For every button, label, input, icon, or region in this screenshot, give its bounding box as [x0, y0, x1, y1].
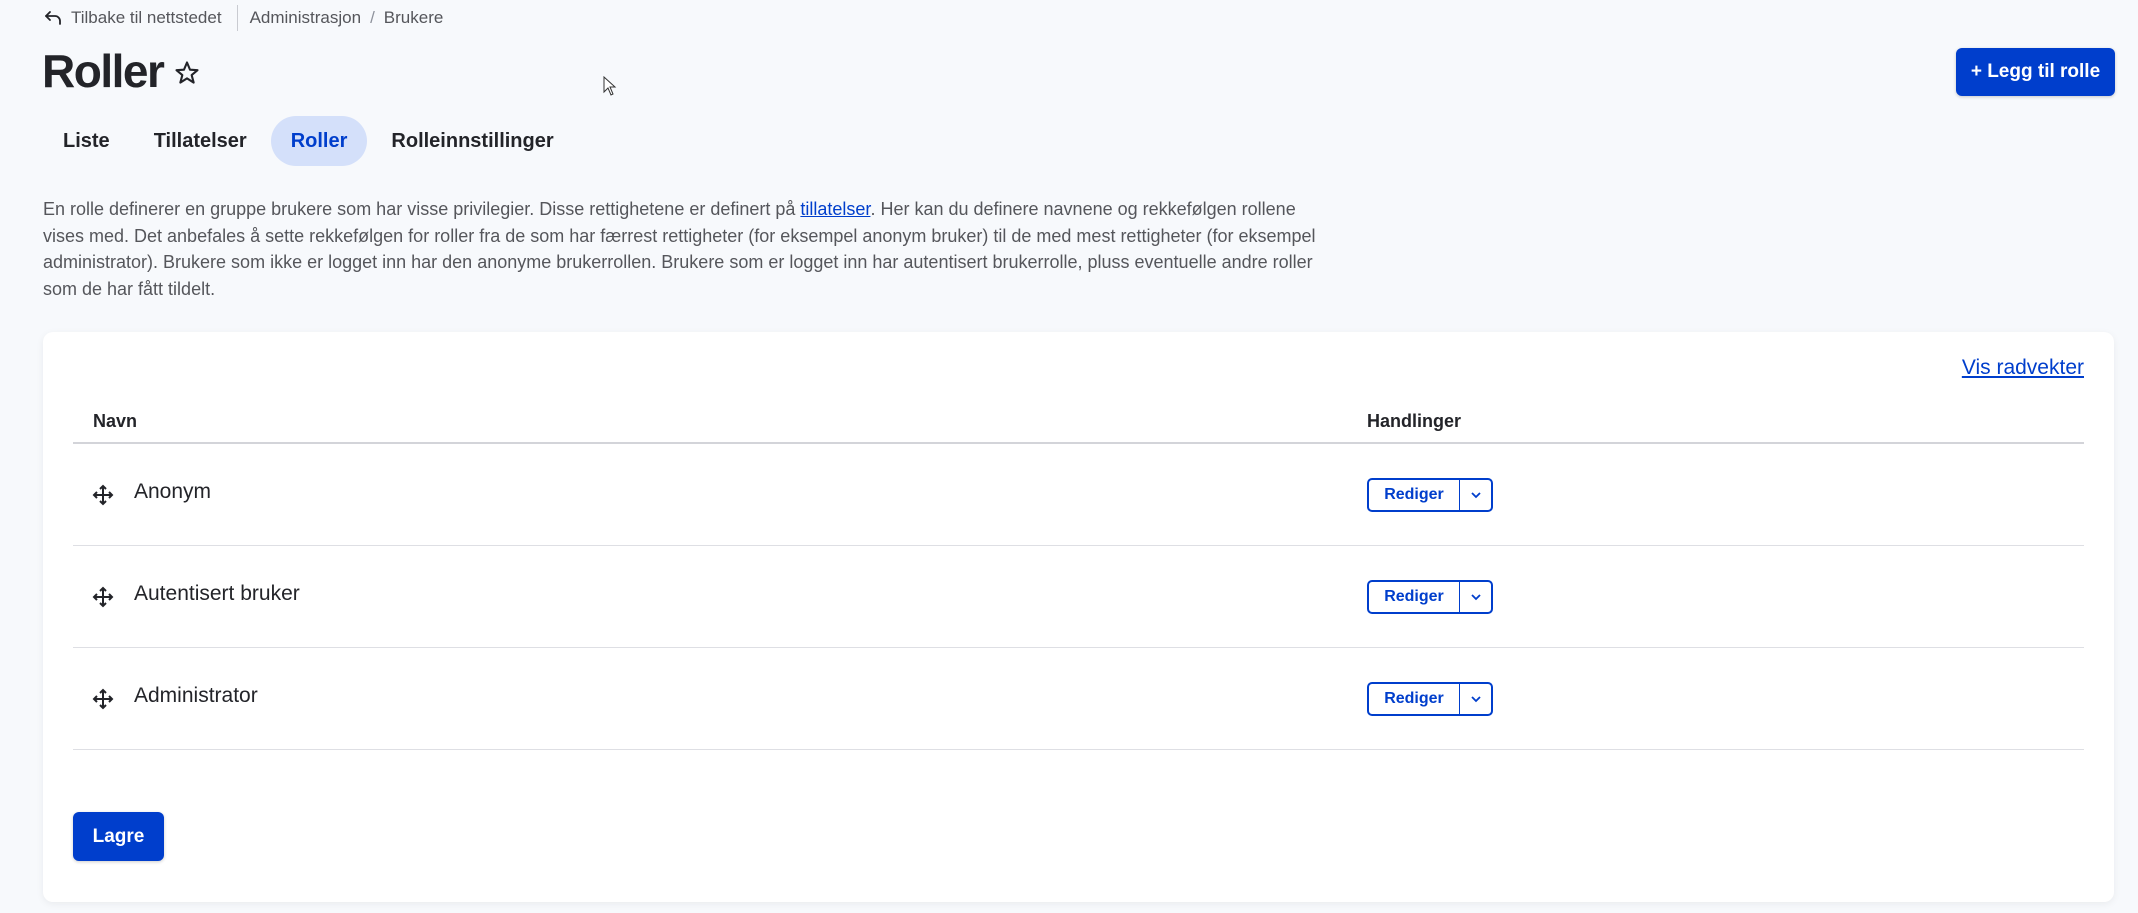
breadcrumb: Administrasjon / Brukere: [250, 8, 444, 28]
drag-handle-icon[interactable]: [92, 586, 114, 608]
edit-button[interactable]: Rediger: [1369, 582, 1460, 612]
table-row: Administrator Rediger: [73, 648, 2084, 750]
show-row-weights-link[interactable]: Vis radvekter: [1962, 356, 2084, 380]
edit-dropbutton: Rediger: [1367, 580, 1493, 614]
breadcrumb-administration[interactable]: Administrasjon: [250, 8, 362, 28]
edit-dropbutton: Rediger: [1367, 682, 1493, 716]
breadcrumb-separator: /: [370, 8, 375, 27]
dropbutton-toggle[interactable]: [1460, 684, 1491, 714]
role-name: Anonym: [134, 480, 212, 503]
back-to-site-label: Tilbake til nettstedet: [71, 8, 222, 27]
back-to-site-link[interactable]: Tilbake til nettstedet: [43, 8, 222, 28]
page-description: En rolle definerer en gruppe brukere som…: [43, 196, 1333, 302]
mouse-cursor-icon: [603, 76, 617, 96]
tab-roles[interactable]: Roller: [270, 116, 368, 166]
tab-list[interactable]: Liste: [43, 116, 130, 166]
edit-button[interactable]: Rediger: [1369, 684, 1460, 714]
tab-role-settings[interactable]: Rolleinnstillinger: [371, 116, 573, 166]
roles-table: Navn Handlinger Anonym Rediger Autentise…: [73, 400, 2084, 750]
chevron-down-icon: [1470, 594, 1481, 601]
table-row: Anonym Rediger: [73, 444, 2084, 546]
drag-handle-icon[interactable]: [92, 484, 114, 506]
drag-handle-icon[interactable]: [92, 688, 114, 710]
role-name: Administrator: [134, 684, 258, 707]
dropbutton-toggle[interactable]: [1460, 480, 1491, 510]
breadcrumb-users[interactable]: Brukere: [384, 8, 444, 28]
dropbutton-toggle[interactable]: [1460, 582, 1491, 612]
back-arrow-icon: [45, 11, 61, 25]
tab-permissions[interactable]: Tillatelser: [134, 116, 267, 166]
star-icon[interactable]: [173, 59, 201, 87]
column-header-actions: Handlinger: [1367, 410, 1462, 431]
table-row: Autentisert bruker Rediger: [73, 546, 2084, 648]
edit-dropbutton: Rediger: [1367, 478, 1493, 512]
permissions-link[interactable]: tillatelser: [800, 199, 870, 219]
page-header: Roller: [42, 44, 201, 98]
table-header: Navn Handlinger: [73, 400, 2084, 444]
edit-button[interactable]: Rediger: [1369, 480, 1460, 510]
primary-tabs: Liste Tillatelser Roller Rolleinnstillin…: [43, 116, 578, 166]
role-name: Autentisert bruker: [134, 582, 300, 605]
page-title: Roller: [42, 45, 165, 97]
add-role-button[interactable]: + Legg til rolle: [1956, 48, 2115, 96]
column-header-name: Navn: [93, 410, 138, 431]
chevron-down-icon: [1470, 696, 1481, 703]
topbar-divider: [236, 5, 238, 31]
roles-card: Vis radvekter Navn Handlinger Anonym Red…: [43, 332, 2114, 902]
top-bar: Tilbake til nettstedet Administrasjon / …: [43, 5, 444, 31]
description-text-start: En rolle definerer en gruppe brukere som…: [43, 199, 801, 219]
chevron-down-icon: [1470, 492, 1481, 499]
save-button[interactable]: Lagre: [73, 812, 164, 861]
